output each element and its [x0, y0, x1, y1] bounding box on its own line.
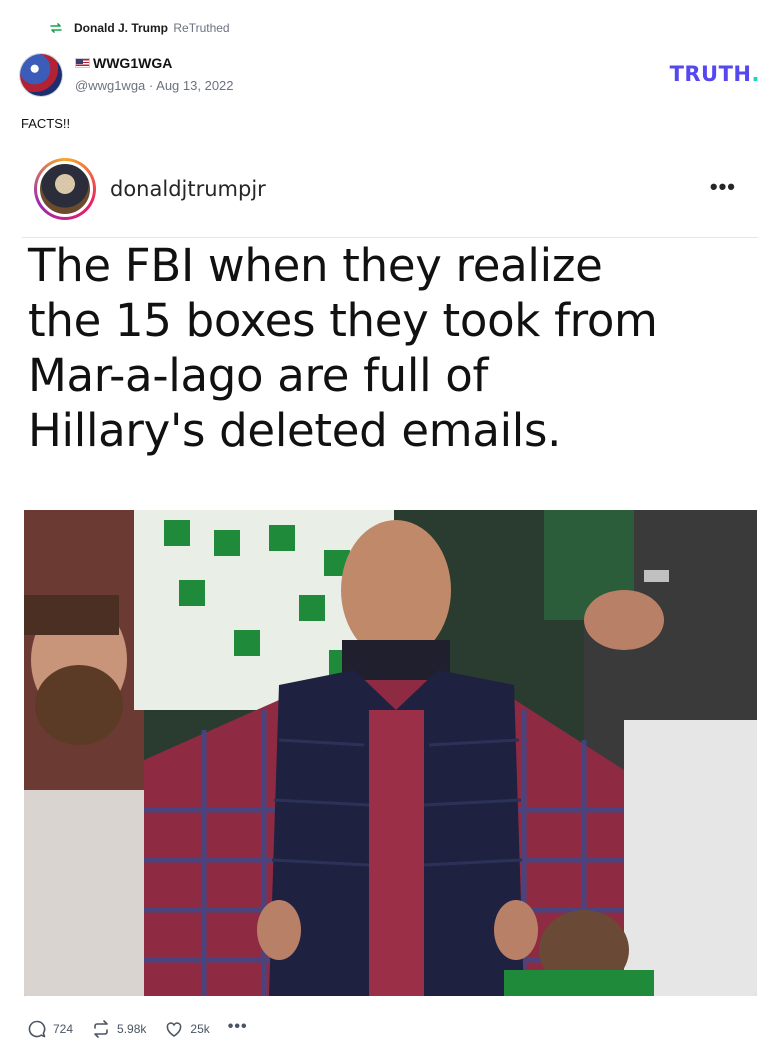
brand-name: TRUTH — [669, 62, 752, 86]
reply-count: 724 — [53, 1022, 74, 1036]
embedded-post-header: donaldjtrumpjr ••• — [22, 141, 758, 238]
truth-logo: TRUTH. — [670, 62, 760, 86]
retruth-bar: Donald J. Trump ReTruthed — [48, 18, 230, 38]
heart-icon — [164, 1019, 184, 1039]
author-handle[interactable]: @wwg1wga — [75, 78, 145, 93]
meme-photo — [24, 510, 757, 996]
reply-button[interactable]: 724 — [27, 1019, 73, 1039]
retruth-user-name[interactable]: Donald J. Trump — [74, 21, 168, 35]
meta-separator: · — [148, 78, 154, 93]
us-flag-icon — [75, 58, 90, 68]
meme-caption-line: Hillary's deleted emails. — [28, 404, 562, 457]
meme-caption: The FBI when they realize the 15 boxes t… — [28, 238, 748, 458]
post-actions: 724 5.98k 25k ••• — [27, 1018, 266, 1040]
embedded-avatar — [34, 158, 96, 220]
author-block: WWG1WGA @wwg1wga · Aug 13, 2022 — [75, 54, 234, 93]
author-meta: @wwg1wga · Aug 13, 2022 — [75, 78, 234, 93]
retruth-action-icon — [91, 1019, 111, 1039]
brand-dot: . — [751, 62, 760, 86]
like-button[interactable]: 25k — [164, 1019, 210, 1039]
ellipsis-icon: ••• — [709, 174, 736, 199]
author-display-name[interactable]: WWG1WGA — [93, 55, 172, 71]
avatar[interactable] — [20, 54, 62, 96]
post-media[interactable]: donaldjtrumpjr ••• The FBI when they rea… — [22, 141, 758, 998]
post-date[interactable]: Aug 13, 2022 — [156, 78, 233, 93]
ellipsis-icon: ••• — [227, 1018, 248, 1035]
retruth-label: ReTruthed — [173, 21, 230, 35]
meme-caption-line: The FBI when they realize — [28, 239, 603, 292]
meme-caption-line: Mar-a-lago are full of — [28, 349, 489, 402]
retruth-count: 5.98k — [117, 1022, 147, 1036]
retruth-icon — [48, 20, 64, 36]
like-count: 25k — [190, 1022, 210, 1036]
post-text: FACTS!! — [21, 116, 71, 131]
reply-icon — [27, 1019, 47, 1039]
author-display-name-row[interactable]: WWG1WGA — [75, 54, 234, 72]
post-header: WWG1WGA @wwg1wga · Aug 13, 2022 TRUTH. — [20, 54, 760, 98]
more-options-button[interactable]: ••• — [228, 1018, 248, 1036]
meme-caption-line: the 15 boxes they took from — [28, 294, 658, 347]
embedded-username: donaldjtrumpjr — [110, 177, 266, 201]
retruth-button[interactable]: 5.98k — [91, 1019, 146, 1039]
